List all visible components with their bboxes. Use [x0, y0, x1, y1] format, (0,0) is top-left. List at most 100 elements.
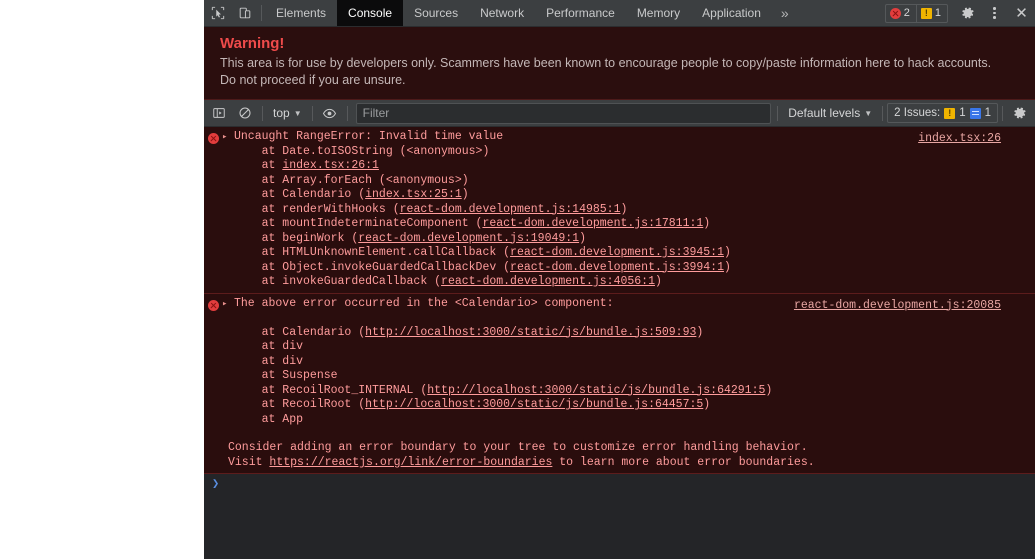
tab-application[interactable]: Application	[691, 0, 772, 26]
stack-frame-link[interactable]: react-dom.development.js:19049:1	[358, 232, 579, 245]
console-prompt[interactable]: ❯	[204, 474, 1035, 495]
error-count-badge[interactable]: 2	[886, 5, 916, 22]
log-level-selector[interactable]: Default levels ▼	[782, 103, 878, 123]
issues-warning-count: 1	[959, 107, 966, 119]
stack-trace: at Calendario (http://localhost:3000/sta…	[204, 311, 1027, 427]
note-line: Visit https://reactjs.org/link/error-bou…	[228, 456, 815, 469]
tabbar-actions: ✕	[954, 0, 1035, 26]
filterbar-divider-3	[346, 105, 348, 121]
tabbar-divider	[261, 5, 262, 21]
stack-frame: at App	[234, 412, 304, 426]
stack-frame-link[interactable]: http://localhost:3000/static/js/bundle.j…	[365, 326, 696, 339]
stack-frame: at beginWork (react-dom.development.js:1…	[234, 231, 586, 245]
stack-frame-link[interactable]: react-dom.development.js:14985:1	[400, 203, 621, 216]
close-icon[interactable]: ✕	[1008, 6, 1035, 21]
stack-frame: at HTMLUnknownElement.callCallback (reac…	[234, 246, 731, 259]
close-glyph: ✕	[1015, 4, 1028, 22]
stack-frame	[234, 311, 1027, 326]
tab-network[interactable]: Network	[469, 0, 535, 26]
warning-icon: !	[920, 7, 932, 19]
filterbar-divider-1	[262, 105, 263, 121]
note-line: Consider adding an error boundary to you…	[228, 441, 808, 454]
tab-console[interactable]: Console	[337, 0, 404, 26]
stack-frame-link[interactable]: http://localhost:3000/static/js/bundle.j…	[365, 398, 703, 411]
console-message-list[interactable]: ▸ Uncaught RangeError: Invalid time valu…	[204, 127, 1035, 559]
console-prompt-input[interactable]	[225, 477, 1035, 492]
stack-frame: at Suspense	[234, 369, 338, 382]
warning-count-label: 1	[934, 7, 941, 19]
issues-info-count: 1	[984, 107, 991, 119]
filter-input[interactable]	[355, 102, 772, 124]
stack-frame-link[interactable]: index.tsx:26:1	[282, 159, 379, 172]
chevron-down-icon: ▼	[293, 108, 302, 118]
stack-frame: at mountIndeterminateComponent (react-do…	[234, 217, 711, 230]
issues-info-icon	[969, 107, 981, 119]
inspect-cursor-icon[interactable]	[204, 0, 231, 26]
stack-frame-link[interactable]: react-dom.development.js:3994:1	[510, 261, 724, 274]
devtools-window: Elements Console Sources Network Perform…	[204, 0, 1035, 559]
error-boundary-note: Consider adding an error boundary to you…	[204, 440, 1027, 470]
screenshot-root: Elements Console Sources Network Perform…	[0, 0, 1035, 559]
console-message-header: ▸ Uncaught RangeError: Invalid time valu…	[204, 130, 1027, 145]
stack-notes-gap	[204, 427, 1027, 440]
filterbar-divider-6	[1002, 105, 1003, 121]
log-level-label: Default levels	[788, 106, 861, 120]
stack-frame-link[interactable]: index.tsx:25:1	[365, 188, 462, 201]
stack-frame: at Array.forEach (<anonymous>)	[234, 173, 469, 187]
kebab-menu-icon[interactable]	[981, 7, 1008, 19]
stack-frame: at index.tsx:26:1	[234, 159, 379, 172]
issues-summary-button[interactable]: 2 Issues: ! 1 1	[887, 103, 998, 123]
error-icon	[204, 130, 222, 144]
more-tabs-button[interactable]: »	[772, 0, 798, 26]
issues-label: 2 Issues:	[894, 107, 941, 119]
clear-console-icon[interactable]	[232, 102, 258, 124]
tab-elements[interactable]: Elements	[265, 0, 337, 26]
stack-frame: at Date.toISOString (<anonymous>)	[234, 144, 490, 158]
issues-warning-icon: !	[944, 107, 956, 119]
live-expression-icon[interactable]	[317, 102, 343, 124]
stack-frame-link[interactable]: react-dom.development.js:17811:1	[482, 217, 703, 230]
console-settings-gear-icon[interactable]	[1007, 102, 1033, 124]
console-sidebar-icon[interactable]	[206, 102, 232, 124]
filterbar-divider-5	[882, 105, 884, 121]
console-message-error[interactable]: ▸ Uncaught RangeError: Invalid time valu…	[204, 127, 1035, 294]
warning-body: This area is for use by developers only.…	[220, 56, 992, 87]
console-filter-toolbar: top ▼ Default levels ▼ 2 Issues: !	[204, 100, 1035, 127]
error-boundaries-doc-link[interactable]: https://reactjs.org/link/error-boundarie…	[269, 456, 552, 469]
warning-count-badge[interactable]: ! 1	[915, 4, 947, 22]
tab-performance[interactable]: Performance	[535, 0, 626, 26]
stack-frame-link[interactable]: react-dom.development.js:4056:1	[441, 275, 655, 288]
issue-badges: 2 ! 1	[884, 3, 948, 23]
filterbar-divider-2	[311, 105, 313, 121]
expand-arrow-icon[interactable]: ▸	[222, 297, 234, 309]
console-message-header: ▸ The above error occurred in the <Calen…	[204, 297, 1027, 312]
stack-frame: at Calendario (index.tsx:25:1)	[234, 188, 469, 201]
execution-context-selector[interactable]: top ▼	[267, 103, 308, 123]
stack-frame: at RecoilRoot_INTERNAL (http://localhost…	[234, 383, 773, 397]
device-toolbar-icon[interactable]	[231, 0, 258, 26]
execution-context-label: top	[273, 106, 290, 120]
stack-frame: at Calendario (http://localhost:3000/sta…	[234, 325, 704, 339]
stack-frame-link[interactable]: http://localhost:3000/static/js/bundle.j…	[427, 384, 765, 397]
prompt-arrow-icon: ❯	[212, 477, 220, 491]
stack-trace: at Date.toISOString (<anonymous>) at ind…	[204, 145, 1027, 290]
stack-frame: at invokeGuardedCallback (react-dom.deve…	[234, 275, 662, 288]
message-source-link[interactable]: index.tsx:26	[918, 132, 1001, 145]
stack-frame: at Object.invokeGuardedCallbackDev (reac…	[234, 260, 731, 274]
gear-icon[interactable]	[954, 6, 981, 20]
error-icon	[889, 7, 901, 19]
expand-arrow-icon[interactable]: ▸	[222, 130, 234, 142]
console-message-error[interactable]: ▸ The above error occurred in the <Calen…	[204, 293, 1035, 474]
error-icon	[204, 297, 222, 311]
tab-memory[interactable]: Memory	[626, 0, 691, 26]
console-message-text: Uncaught RangeError: Invalid time value	[234, 130, 504, 143]
message-source-link[interactable]: react-dom.development.js:20085	[794, 299, 1001, 312]
error-count-label: 2	[903, 7, 910, 19]
devtools-tabbar: Elements Console Sources Network Perform…	[204, 0, 1035, 27]
web-page-viewport	[0, 0, 204, 559]
stack-frame: at RecoilRoot (http://localhost:3000/sta…	[234, 398, 711, 411]
tab-sources[interactable]: Sources	[403, 0, 469, 26]
kebab-dots	[993, 7, 996, 19]
self-xss-warning-banner: Warning! This area is for use by develop…	[204, 27, 1035, 100]
stack-frame-link[interactable]: react-dom.development.js:3945:1	[510, 246, 724, 259]
